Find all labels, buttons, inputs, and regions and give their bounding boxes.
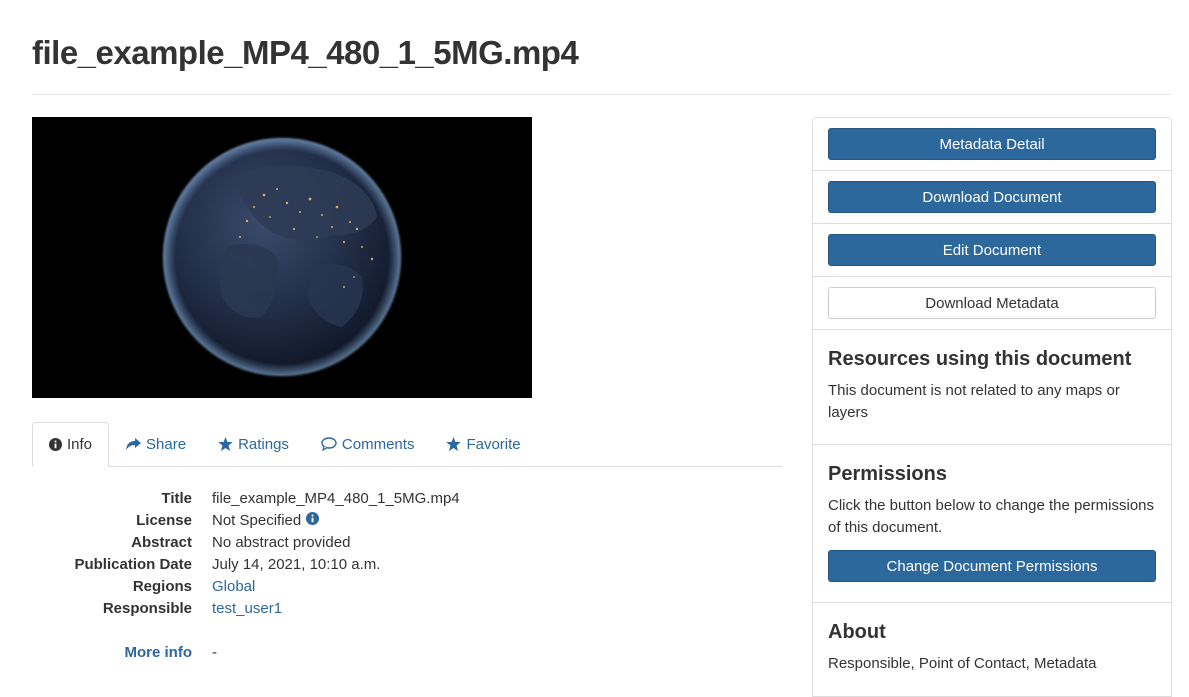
info-row-abstract: Abstract No abstract provided	[32, 531, 782, 553]
document-tabs: Info Share Ratings Comments Favorite	[32, 422, 782, 467]
download-document-button[interactable]: Download Document	[828, 181, 1156, 213]
permissions-text: Click the button below to change the per…	[828, 497, 1155, 536]
tab-share[interactable]: Share	[109, 422, 202, 466]
document-sidebar: Metadata Detail Download Document Edit D…	[812, 117, 1172, 697]
star-icon	[218, 437, 233, 451]
tab-label: Favorite	[466, 435, 521, 453]
sidebar-button-block: Download Metadata	[813, 277, 1171, 330]
share-icon	[125, 437, 142, 451]
info-value: Not Specified	[212, 511, 320, 529]
info-value: July 14, 2021, 10:10 a.m.	[212, 555, 381, 573]
comment-icon	[321, 437, 337, 451]
resources-section: Resources using this document This docum…	[813, 330, 1171, 445]
about-heading: About	[828, 621, 886, 643]
regions-link[interactable]: Global	[212, 578, 255, 595]
info-label: License	[136, 511, 192, 529]
tab-comments[interactable]: Comments	[305, 422, 431, 466]
more-info-link[interactable]: More info	[125, 644, 193, 661]
info-label: Abstract	[131, 533, 192, 551]
info-label: Responsible	[102, 599, 192, 617]
info-row-publication-date: Publication Date July 14, 2021, 10:10 a.…	[32, 553, 782, 575]
info-row-title: Title file_example_MP4_480_1_5MG.mp4	[32, 487, 782, 509]
info-row-more-info: More info -	[32, 641, 782, 663]
document-preview-image[interactable]	[32, 117, 532, 398]
tab-ratings[interactable]: Ratings	[202, 422, 305, 466]
document-info-table: Title file_example_MP4_480_1_5MG.mp4 Lic…	[32, 487, 782, 663]
info-circle-icon[interactable]	[306, 511, 320, 529]
license-value: Not Specified	[212, 511, 302, 529]
tab-label: Comments	[341, 435, 415, 453]
responsible-user-link[interactable]: test_user1	[212, 600, 282, 617]
star-icon	[446, 437, 462, 451]
about-text: Responsible, Point of Contact, Metadata	[828, 655, 1097, 672]
info-row-regions: Regions Global	[32, 575, 782, 597]
tab-info[interactable]: Info	[32, 422, 110, 467]
info-value: -	[212, 643, 217, 661]
tab-favorite[interactable]: Favorite	[430, 422, 536, 466]
metadata-detail-button[interactable]: Metadata Detail	[828, 128, 1156, 160]
permissions-section: Permissions Click the button below to ch…	[813, 445, 1171, 603]
permissions-heading: Permissions	[828, 463, 947, 485]
edit-document-button[interactable]: Edit Document	[828, 234, 1156, 266]
info-row-responsible: Responsible test_user1	[32, 597, 782, 619]
about-section: About Responsible, Point of Contact, Met…	[813, 603, 1171, 693]
info-label: Publication Date	[74, 555, 192, 573]
tab-label: Info	[67, 436, 93, 453]
sidebar-button-block: Metadata Detail	[813, 118, 1171, 171]
sidebar-button-block: Edit Document	[813, 224, 1171, 277]
info-row-license: License Not Specified	[32, 509, 782, 531]
info-label: Title	[161, 489, 192, 507]
tab-label: Share	[146, 435, 187, 453]
info-value: No abstract provided	[212, 533, 351, 551]
download-metadata-button[interactable]: Download Metadata	[828, 287, 1156, 319]
change-permissions-button[interactable]: Change Document Permissions	[828, 550, 1156, 582]
info-value: test_user1	[212, 600, 282, 617]
info-circle-icon	[49, 438, 62, 451]
info-value: Global	[212, 578, 255, 595]
earth-at-night-image	[32, 117, 532, 398]
info-value: file_example_MP4_480_1_5MG.mp4	[212, 489, 460, 507]
resources-heading: Resources using this document	[828, 348, 1132, 370]
page-title: file_example_MP4_480_1_5MG.mp4	[32, 34, 579, 71]
resources-text: This document is not related to any maps…	[828, 382, 1120, 421]
sidebar-button-block: Download Document	[813, 171, 1171, 224]
info-label: Regions	[132, 577, 192, 595]
info-label: More info	[32, 644, 193, 661]
title-divider	[32, 94, 1171, 95]
tab-label: Ratings	[238, 435, 289, 453]
